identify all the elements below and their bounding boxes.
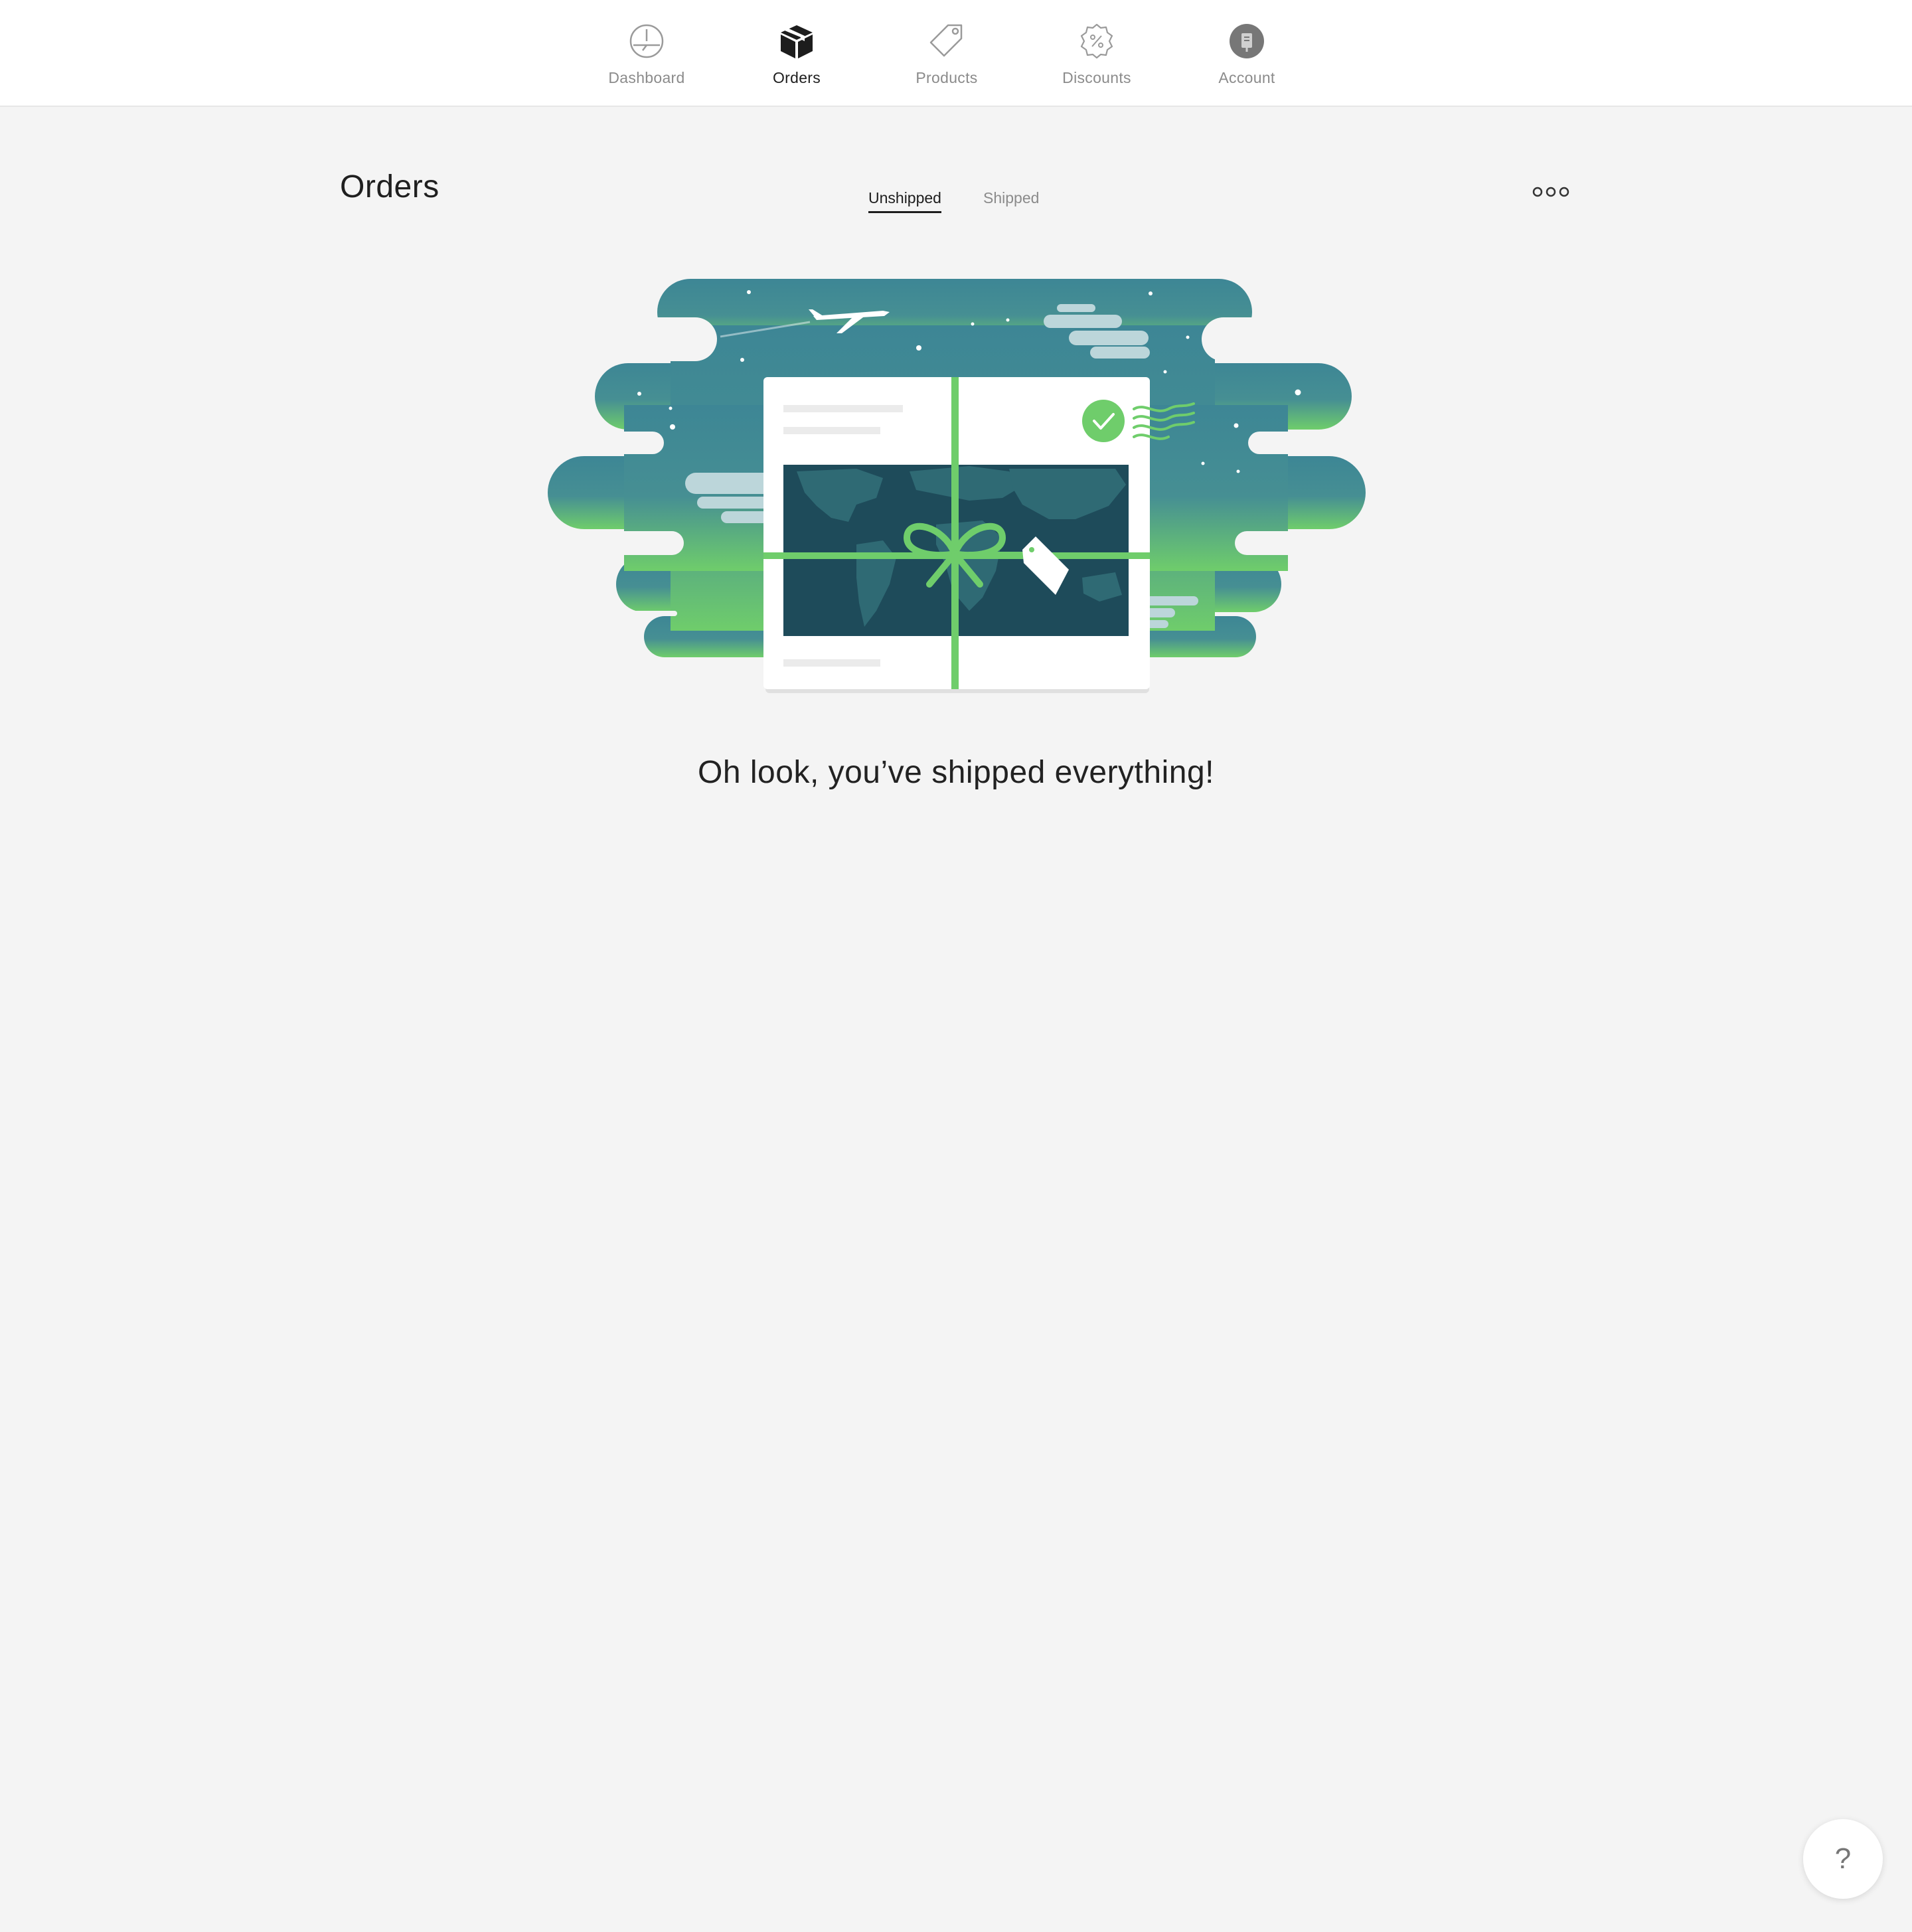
nav-item-orders[interactable]: Orders [722,19,872,92]
nav-item-dashboard[interactable]: Dashboard [572,19,722,92]
nav-item-products[interactable]: Products [872,19,1022,92]
nav-item-discounts[interactable]: Discounts [1022,19,1172,92]
top-navigation: Dashboard Orders Products Discounts Acco… [0,0,1912,107]
box-icon [781,25,813,58]
discount-icon [1080,23,1113,59]
tab-unshipped[interactable]: Unshipped [868,189,941,213]
more-options-icon[interactable] [1531,183,1571,201]
help-button[interactable]: ? [1803,1819,1883,1899]
nav-label-orders: Orders [772,69,821,86]
nav-label-dashboard: Dashboard [608,69,685,86]
page-title: Orders [340,169,439,204]
tab-shipped[interactable]: Shipped [983,189,1039,211]
dashboard-icon [629,24,664,58]
nav-label-products: Products [916,69,978,86]
package [763,377,1195,693]
help-icon: ? [1834,1842,1852,1875]
nav-label-discounts: Discounts [1062,69,1131,86]
shipped-illustration [548,279,1368,693]
nav-item-account[interactable]: Account [1172,19,1322,92]
tag-icon [929,24,963,57]
nav-label-account: Account [1218,69,1275,86]
empty-state-message: Oh look, you’ve shipped everything! [698,755,1214,790]
account-icon [1230,24,1264,58]
